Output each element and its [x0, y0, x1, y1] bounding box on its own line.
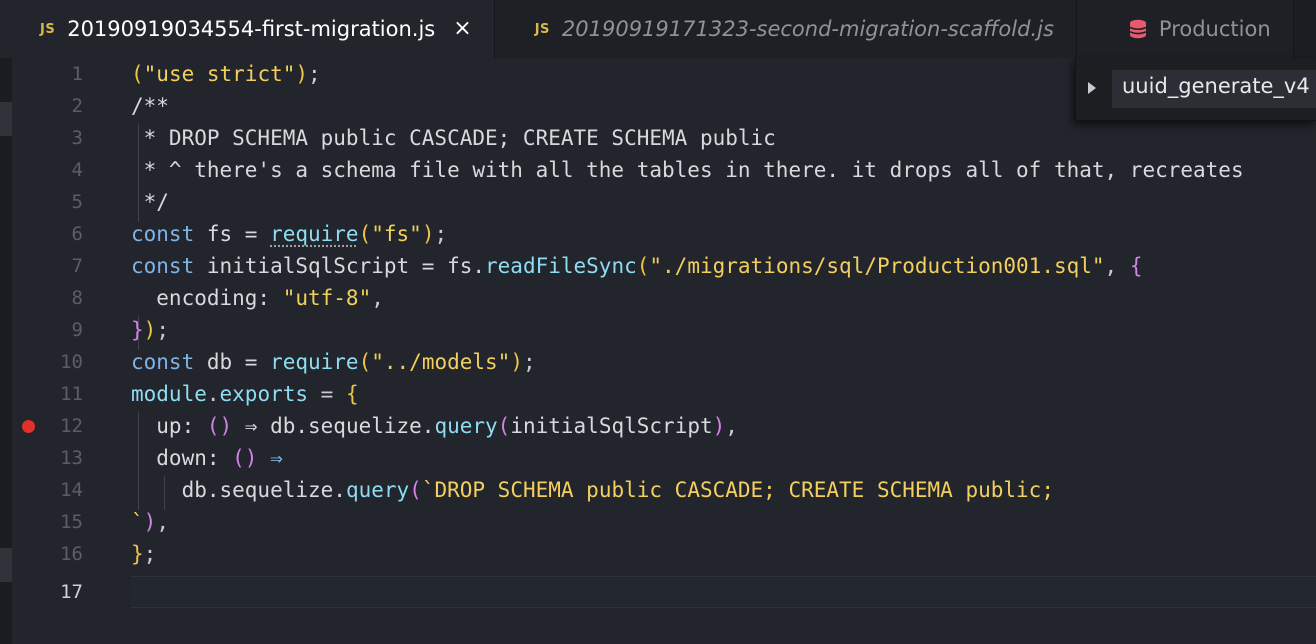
chevron-right-icon[interactable]: [1088, 82, 1096, 94]
line-number: 10: [60, 351, 83, 373]
tab-label: 20190919171323-second-migration-scaffold…: [561, 17, 1054, 41]
code-text: * DROP SCHEMA public CASCADE; CREATE SCH…: [131, 126, 776, 150]
line-number: 8: [71, 287, 83, 309]
line-number: 15: [60, 511, 83, 533]
line-number: 9: [71, 319, 83, 341]
database-icon: [1129, 19, 1147, 39]
code-text: });: [131, 318, 169, 342]
code-editor-window: JS 20190919034554-first-migration.js × J…: [0, 0, 1316, 644]
line-number: 7: [71, 255, 83, 277]
code-text: const db = require("../models");: [131, 350, 536, 374]
code-line: 13 down: () ⇒: [12, 442, 1316, 474]
code-text: down: () ⇒: [131, 446, 283, 470]
close-icon[interactable]: ×: [453, 18, 471, 40]
strip-marker: [0, 548, 12, 582]
code-line: 7 const initialSqlScript = fs.readFileSy…: [12, 250, 1316, 282]
code-text: ("use strict");: [131, 62, 321, 86]
code-line: 16 };: [12, 538, 1316, 570]
code-line: 11 module.exports = {: [12, 378, 1316, 410]
line-number: 17: [60, 581, 83, 603]
code-line: 14 db.sequelize.query(`DROP SCHEMA publi…: [12, 474, 1316, 506]
line-number: 16: [60, 543, 83, 565]
tab-production[interactable]: Production: [1076, 0, 1294, 58]
line-number: 4: [71, 159, 83, 181]
code-text: /**: [131, 94, 169, 118]
code-text: const fs = require("fs");: [131, 222, 448, 246]
line-number: 14: [60, 479, 83, 501]
code-line: 4 * ^ there's a schema file with all the…: [12, 154, 1316, 186]
js-file-icon: JS: [40, 21, 56, 37]
tab-label: 20190919034554-first-migration.js: [67, 17, 436, 41]
code-line: 9 });: [12, 314, 1316, 346]
code-line: 3 * DROP SCHEMA public CASCADE; CREATE S…: [12, 122, 1316, 154]
code-text: db.sequelize.query(`DROP SCHEMA public C…: [131, 478, 1054, 502]
code-line-current[interactable]: 17: [12, 576, 1316, 608]
activity-strip: [0, 58, 12, 644]
tab-label: Production: [1158, 17, 1271, 41]
code-text: */: [131, 190, 169, 214]
symbol-popup: uuid_generate_v4: [1075, 58, 1316, 121]
line-number: 3: [71, 127, 83, 149]
line-number: 13: [60, 447, 83, 469]
code-text: up: () ⇒ db.sequelize.query(initialSqlSc…: [131, 414, 738, 438]
code-text: module.exports = {: [131, 382, 359, 406]
line-number: 12: [60, 415, 83, 437]
line-number: 6: [71, 223, 83, 245]
code-line: 8 encoding: "utf-8",: [12, 282, 1316, 314]
strip-marker: [0, 102, 12, 136]
code-text: const initialSqlScript = fs.readFileSync…: [131, 254, 1143, 278]
popup-item-label[interactable]: uuid_generate_v4: [1122, 74, 1310, 98]
editor-area[interactable]: 1 ("use strict"); 2 /** 3 * DROP SCHEMA …: [12, 58, 1316, 644]
code-text: `),: [131, 510, 169, 534]
tab-second-migration-scaffold[interactable]: JS 20190919171323-second-migration-scaff…: [494, 0, 1077, 58]
tab-first-migration[interactable]: JS 20190919034554-first-migration.js ×: [0, 0, 495, 58]
line-number: 11: [60, 383, 83, 405]
code-text: encoding: "utf-8",: [131, 286, 384, 310]
code-line: 15 `),: [12, 506, 1316, 538]
code-line: 6 const fs = require("fs");: [12, 218, 1316, 250]
js-file-icon: JS: [534, 21, 550, 37]
code-line: 5 */: [12, 186, 1316, 218]
line-number: 5: [71, 191, 83, 213]
code-line: 10 const db = require("../models");: [12, 346, 1316, 378]
line-number: 1: [71, 63, 83, 85]
code-text: * ^ there's a schema file with all the t…: [131, 158, 1244, 182]
code-text: };: [131, 542, 157, 566]
tab-bar: JS 20190919034554-first-migration.js × J…: [0, 0, 1316, 58]
code-line: 12 up: () ⇒ db.sequelize.query(initialSq…: [12, 410, 1316, 442]
line-number: 2: [71, 95, 83, 117]
